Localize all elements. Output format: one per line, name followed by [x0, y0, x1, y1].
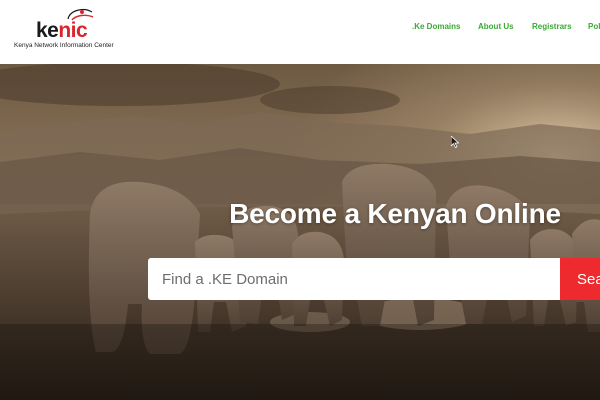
- search-button[interactable]: Sea: [560, 258, 600, 300]
- site-header: kenic Kenya Network Information Center .…: [0, 0, 600, 64]
- nav-item-about-us[interactable]: About Us: [478, 22, 514, 31]
- main-nav: .Ke Domains About Us Registrars Pol: [0, 0, 600, 56]
- hero-banner: Become a Kenyan Online Sea: [0, 64, 600, 400]
- hero-title: Become a Kenyan Online: [229, 198, 561, 229]
- nav-item-policies[interactable]: Pol: [588, 22, 600, 31]
- nav-item-ke-domains[interactable]: .Ke Domains: [412, 22, 460, 31]
- domain-search-input[interactable]: [148, 258, 560, 300]
- nav-item-registrars[interactable]: Registrars: [532, 22, 572, 31]
- mouse-cursor-icon: [451, 136, 459, 148]
- hero-background-image: [0, 64, 600, 400]
